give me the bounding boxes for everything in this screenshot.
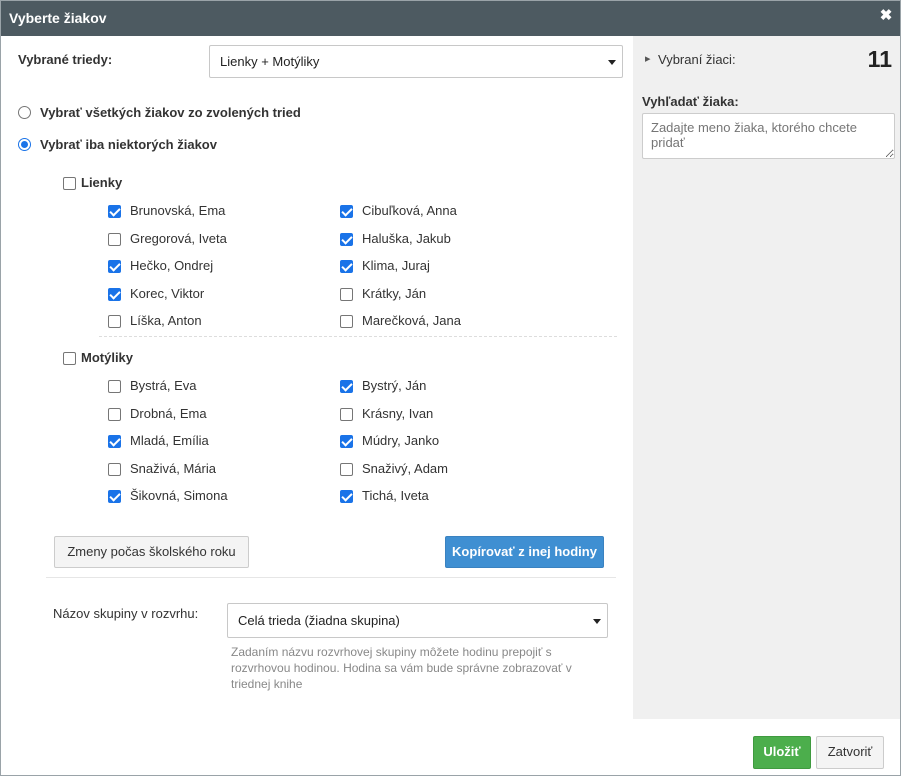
student-name: Cibuľková, Anna [362, 203, 457, 218]
student-checkbox[interactable] [108, 205, 121, 218]
student-name: Krásny, Ivan [362, 406, 434, 421]
student-checkbox[interactable] [108, 435, 121, 448]
student-name: Bystrá, Eva [130, 378, 197, 393]
group-name-help: Zadaním názvu rozvrhovej skupiny môžete … [231, 645, 572, 691]
student-name: Klima, Juraj [362, 258, 430, 273]
student-name: Hečko, Ondrej [130, 258, 214, 273]
student-item[interactable]: Krásny, Ivan [340, 406, 540, 424]
chevron-down-icon [593, 618, 601, 624]
student-name: Tichá, Iveta [362, 488, 429, 503]
student-name: Marečková, Jana [362, 313, 461, 328]
student-checkbox[interactable] [108, 408, 121, 421]
save-button[interactable]: Uložiť [753, 736, 811, 769]
group-lienky-checkbox[interactable] [63, 177, 76, 190]
group-motyliky-label: Motýliky [81, 350, 134, 365]
student-item[interactable]: Cibuľková, Anna [340, 203, 540, 221]
student-name: Snaživý, Adam [362, 461, 448, 476]
selected-students-panel: ▸ Vybraní žiaci: 11 Vyhľadať žiaka: [633, 36, 900, 719]
search-label: Vyhľadať žiaka: [642, 94, 739, 109]
close-button[interactable]: Zatvoriť [816, 736, 884, 769]
student-item[interactable]: Krátky, Ján [340, 286, 540, 304]
student-checkbox[interactable] [340, 233, 353, 246]
student-item[interactable]: Drobná, Ema [108, 406, 308, 424]
section-divider [46, 577, 616, 578]
group-lienky[interactable]: Lienky [63, 174, 183, 192]
group-name-label: Názov skupiny v rozvrhu: [53, 606, 199, 621]
student-checkbox[interactable] [108, 260, 121, 273]
dialog-titlebar: Vyberte žiakov ✖ [1, 1, 900, 36]
student-name: Brunovská, Ema [130, 203, 226, 218]
student-name: Líška, Anton [130, 313, 202, 328]
student-item[interactable]: Gregorová, Iveta [108, 231, 308, 249]
student-item[interactable]: Korec, Viktor [108, 286, 308, 304]
student-item[interactable]: Bystrá, Eva [108, 378, 308, 396]
student-item[interactable]: Snaživá, Mária [108, 461, 308, 479]
group-name-select[interactable]: Celá trieda (žiadna skupina) [227, 603, 608, 638]
student-checkbox[interactable] [340, 288, 353, 301]
student-name: Gregorová, Iveta [130, 231, 227, 246]
classes-select-value: Lienky + Motýliky [220, 54, 320, 69]
student-name: Snaživá, Mária [130, 461, 216, 476]
dialog-title: Vyberte žiakov [9, 10, 107, 26]
student-name: Bystrý, Ján [362, 378, 427, 393]
student-checkbox[interactable] [340, 315, 353, 328]
student-item[interactable]: Mladá, Emília [108, 433, 308, 451]
group-motyliky[interactable]: Motýliky [63, 349, 183, 367]
selected-students-count: 11 [867, 46, 892, 72]
classes-label: Vybrané triedy: [18, 52, 113, 67]
student-name: Mladá, Emília [130, 433, 209, 448]
expand-arrow-icon: ▸ [645, 53, 651, 65]
radio-some-indicator[interactable] [18, 138, 31, 151]
search-student-input[interactable] [642, 113, 895, 159]
student-name: Korec, Viktor [130, 286, 205, 301]
student-checkbox[interactable] [340, 408, 353, 421]
student-name: Krátky, Ján [362, 286, 427, 301]
student-item[interactable]: Brunovská, Ema [108, 203, 308, 221]
student-item[interactable]: Múdry, Janko [340, 433, 540, 451]
selected-students-toggle[interactable]: ▸ Vybraní žiaci: [645, 52, 765, 70]
student-checkbox[interactable] [340, 260, 353, 273]
radio-some-label: Vybrať iba niektorých žiakov [40, 137, 217, 152]
student-checkbox[interactable] [108, 233, 121, 246]
student-checkbox[interactable] [108, 490, 121, 503]
selected-students-label: Vybraní žiaci: [658, 52, 736, 67]
student-item[interactable]: Šikovná, Simona [108, 488, 308, 506]
student-checkbox[interactable] [108, 315, 121, 328]
student-checkbox[interactable] [108, 463, 121, 476]
copy-from-lesson-button[interactable]: Kopírovať z inej hodiny [445, 536, 604, 568]
radio-some-students[interactable]: Vybrať iba niektorých žiakov [18, 137, 338, 155]
student-checkbox[interactable] [340, 205, 353, 218]
student-item[interactable]: Klima, Juraj [340, 258, 540, 276]
student-item[interactable]: Bystrý, Ján [340, 378, 540, 396]
select-students-dialog: Vyberte žiakov ✖ Vybrané triedy: Lienky … [0, 0, 901, 776]
student-item[interactable]: Haluška, Jakub [340, 231, 540, 249]
student-item[interactable]: Snaživý, Adam [340, 461, 540, 479]
group-divider [99, 336, 617, 337]
student-item[interactable]: Hečko, Ondrej [108, 258, 308, 276]
close-icon[interactable]: ✖ [878, 8, 894, 24]
group-name-select-value: Celá trieda (žiadna skupina) [238, 613, 400, 628]
radio-all-students[interactable]: Vybrať všetkých žiakov zo zvolených trie… [18, 105, 338, 123]
student-checkbox[interactable] [340, 380, 353, 393]
group-motyliky-checkbox[interactable] [63, 352, 76, 365]
student-checkbox[interactable] [108, 380, 121, 393]
student-name: Drobná, Ema [130, 406, 207, 421]
classes-select[interactable]: Lienky + Motýliky [209, 45, 623, 78]
school-year-changes-button[interactable]: Zmeny počas školského roku [54, 536, 249, 568]
student-item[interactable]: Tichá, Iveta [340, 488, 540, 506]
student-item[interactable]: Marečková, Jana [340, 313, 540, 331]
student-checkbox[interactable] [340, 463, 353, 476]
chevron-down-icon [608, 59, 616, 65]
student-name: Šikovná, Simona [130, 488, 228, 503]
student-checkbox[interactable] [340, 435, 353, 448]
student-item[interactable]: Líška, Anton [108, 313, 308, 331]
radio-all-indicator[interactable] [18, 106, 31, 119]
student-name: Haluška, Jakub [362, 231, 451, 246]
student-checkbox[interactable] [108, 288, 121, 301]
radio-all-label: Vybrať všetkých žiakov zo zvolených trie… [40, 105, 301, 120]
group-lienky-label: Lienky [81, 175, 123, 190]
student-checkbox[interactable] [340, 490, 353, 503]
student-name: Múdry, Janko [362, 433, 440, 448]
